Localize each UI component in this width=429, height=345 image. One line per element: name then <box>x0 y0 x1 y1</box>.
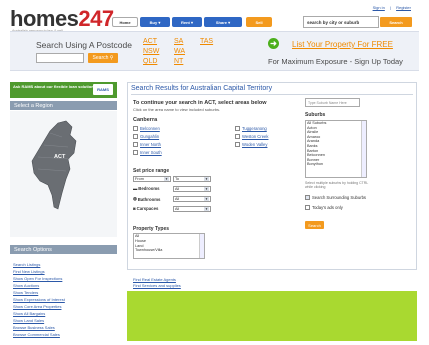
region-map[interactable] <box>10 111 117 237</box>
chevron-down-icon: ▼ <box>204 197 209 201</box>
nav-buy[interactable]: Buy ▾ <box>140 17 170 27</box>
suburb-search-input[interactable]: Type Suburb Name Here <box>305 98 360 107</box>
chevron-down-icon: ▼ <box>164 177 169 181</box>
sidebar-link[interactable]: Show Land Sales <box>13 317 65 324</box>
checkbox[interactable] <box>305 205 310 210</box>
area-checkbox[interactable]: Weston Creek <box>235 134 268 139</box>
suburb-listbox[interactable]: All Suburbs Acton Ainslie Amaroo Aranda … <box>305 120 367 178</box>
checkbox[interactable] <box>133 142 138 147</box>
canberra-heading: Canberra <box>133 117 158 123</box>
checkbox[interactable] <box>235 126 240 131</box>
today-ads-checkbox[interactable]: Today's ads only <box>305 205 343 210</box>
nav-sell[interactable]: Sell <box>246 17 272 27</box>
postcode-title: Search Using A Postcode <box>36 40 132 50</box>
state-link-nt[interactable]: NT <box>174 58 183 65</box>
suburbs-label: Suburbs <box>305 112 326 118</box>
postcode-search-button[interactable]: Search ⚲ <box>88 53 118 63</box>
divider <box>131 94 413 95</box>
area-checkbox[interactable]: Tuggeranong <box>235 126 267 131</box>
arrow-right-icon: ➜ <box>268 38 279 49</box>
click-note: Click on the area name to view included … <box>133 107 221 112</box>
header-search-button[interactable]: Search <box>380 17 412 27</box>
chevron-down-icon: ▼ <box>204 207 209 211</box>
carspaces-select[interactable]: All ▼ <box>173 206 211 212</box>
bedrooms-select[interactable]: All ▼ <box>173 186 211 192</box>
list-property-link[interactable]: List Your Property For FREE <box>292 40 393 49</box>
checkbox[interactable] <box>133 134 138 139</box>
select-note: Select multiple suburbs by holding CTRL … <box>305 181 369 190</box>
rams-logo: RAMS <box>93 84 113 95</box>
account-links: Sign in | Register <box>372 5 411 10</box>
nav-home[interactable]: Home <box>112 17 138 27</box>
sidebar-link[interactable]: Show Core Area Properties <box>13 303 65 310</box>
checkbox[interactable] <box>133 150 138 155</box>
car-icon: ◙ <box>133 206 136 211</box>
sidebar-link[interactable]: Show All Bargains <box>13 310 65 317</box>
scrollbar[interactable] <box>199 234 204 258</box>
area-checkbox[interactable]: Inner North <box>133 142 161 147</box>
search-button[interactable]: Search <box>305 221 324 229</box>
area-checkbox[interactable]: Belconnen <box>133 126 160 131</box>
sidebar-link[interactable]: Show Expressions of Interest <box>13 296 65 303</box>
search-icon: ⚲ <box>109 55 114 61</box>
bath-icon: ◍ <box>133 196 137 201</box>
checkbox[interactable] <box>305 195 310 200</box>
area-checkbox[interactable]: Inner South <box>133 150 162 155</box>
checkbox[interactable] <box>235 142 240 147</box>
property-types-listbox[interactable]: All House Land Townhouse/Villa <box>133 233 205 259</box>
state-link-qld[interactable]: QLD <box>143 58 157 65</box>
banner-ad[interactable] <box>127 291 417 341</box>
header-search-input[interactable]: search by city or suburb <box>303 16 379 28</box>
chevron-down-icon: ▼ <box>204 177 209 181</box>
find-services-link[interactable]: Find Services and supplies <box>133 283 181 288</box>
act-map-shape[interactable] <box>10 111 117 237</box>
find-agents-link[interactable]: Find Real Estate Agents <box>133 277 176 282</box>
sidebar-link[interactable]: Search Listings <box>13 261 65 268</box>
signin-link[interactable]: Sign in <box>373 5 385 10</box>
map-label-act: ACT <box>54 154 66 160</box>
list-item[interactable]: Bonython <box>307 162 365 167</box>
property-types-label: Property Types <box>133 226 170 232</box>
state-link-tas[interactable]: TAS <box>200 38 213 45</box>
state-link-act[interactable]: ACT <box>143 38 157 45</box>
bed-icon: ▬ <box>133 186 138 191</box>
checkbox[interactable] <box>133 126 138 131</box>
state-link-wa[interactable]: WA <box>174 48 185 55</box>
bedrooms-label: ▬ Bedrooms <box>133 186 160 191</box>
price-to-select[interactable]: To ▼ <box>173 176 211 182</box>
surrounding-suburbs-checkbox[interactable]: Search Surrounding Suburbs <box>305 195 366 200</box>
results-title: Search Results for Australian Capital Te… <box>131 85 273 92</box>
postcode-input[interactable] <box>36 53 84 63</box>
max-exposure-text: For Maximum Exposure - Sign Up Today <box>268 57 403 66</box>
price-range-label: Set price range <box>133 168 170 174</box>
area-checkbox[interactable]: Gungahlin <box>133 134 159 139</box>
checkbox[interactable] <box>235 134 240 139</box>
sidebar-link[interactable]: Browse Commercial Sales <box>13 331 65 338</box>
scrollbar[interactable] <box>361 121 366 177</box>
nav-share[interactable]: Share ▾ <box>204 17 242 27</box>
sidebar-link[interactable]: Show Tenders <box>13 289 65 296</box>
area-checkbox[interactable]: Woden Valley <box>235 142 267 147</box>
sidebar-link[interactable]: Find New Listings <box>13 268 65 275</box>
nav-rent[interactable]: Rent ▾ <box>172 17 202 27</box>
bathrooms-label: ◍ Bathrooms <box>133 196 161 202</box>
bathrooms-select[interactable]: All ▼ <box>173 196 211 202</box>
region-header: Select a Region <box>10 101 117 110</box>
register-link[interactable]: Register <box>396 5 411 10</box>
search-options-list: Search Listings Find New Listings Show O… <box>13 261 65 338</box>
price-from-select[interactable]: From ▼ <box>133 176 171 182</box>
state-link-sa[interactable]: SA <box>174 38 183 45</box>
sidebar-link[interactable]: Show Auctions <box>13 282 65 289</box>
list-item[interactable]: Townhouse/Villa <box>135 248 203 253</box>
state-link-nsw[interactable]: NSW <box>143 48 159 55</box>
sidebar-link[interactable]: Browse Business Sales <box>13 324 65 331</box>
continue-heading: To continue your search in ACT, select a… <box>133 100 267 106</box>
carspaces-label: ◙ Carspaces <box>133 206 159 211</box>
chevron-down-icon: ▼ <box>204 187 209 191</box>
sidebar-link[interactable]: Show Open For Inspections <box>13 275 65 282</box>
search-options-header: Search Options <box>10 245 117 254</box>
